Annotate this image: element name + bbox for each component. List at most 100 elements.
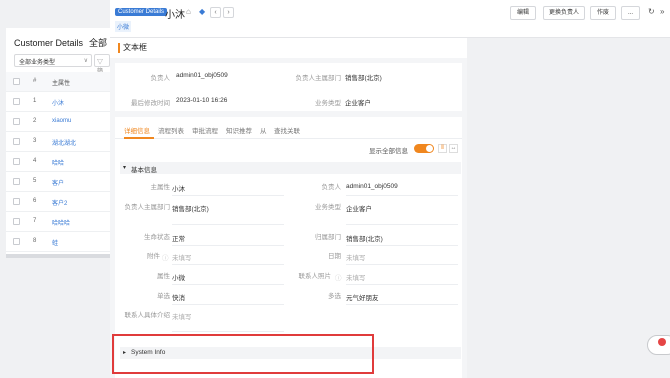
highlight-box: [112, 334, 374, 374]
tab-lookup[interactable]: 查找关联: [274, 125, 300, 135]
field-label: 归属部门: [315, 234, 341, 241]
field-label: 日期: [328, 253, 341, 260]
field-underline: [172, 284, 284, 285]
row-num: 1: [33, 98, 37, 104]
tab-detail-objects[interactable]: 从: [260, 125, 267, 135]
refresh-icon[interactable]: ↻: [648, 7, 655, 16]
field-underline: [346, 195, 458, 196]
row-checkbox[interactable]: [13, 138, 20, 145]
field-value: 企业客户: [346, 206, 372, 213]
row-num: 6: [33, 198, 37, 204]
row-checkbox[interactable]: [13, 218, 20, 225]
table-row[interactable]: 4 哈哈: [6, 152, 110, 172]
field-label: 联系人具体介绍: [124, 312, 171, 319]
object-type-badge: Customer Details: [115, 8, 168, 16]
row-name-link[interactable]: xiaomu: [52, 118, 71, 124]
row-checkbox[interactable]: [13, 158, 20, 165]
void-button[interactable]: 作废: [590, 6, 616, 20]
table-row[interactable]: 6 客户2: [6, 192, 110, 212]
row-name-link[interactable]: 哈哈哈: [52, 218, 70, 227]
row-name-link[interactable]: 小沐: [52, 98, 64, 107]
field-label: 单选: [157, 293, 170, 300]
basic-info-group-header[interactable]: ▾ 基本信息: [120, 162, 461, 174]
collapse-expand-icon[interactable]: ↔: [449, 144, 458, 153]
table-row[interactable]: 1 小沐: [6, 92, 110, 112]
col-name-header: 主属性: [52, 81, 71, 87]
field-value: 未填写: [172, 314, 192, 321]
row-checkbox[interactable]: [13, 178, 20, 185]
row-num: 2: [33, 118, 37, 124]
col-num-header: #: [33, 78, 37, 84]
table-row[interactable]: 8蛙: [6, 232, 110, 252]
field-underline: [346, 245, 458, 246]
row-checkbox[interactable]: [13, 238, 20, 245]
field-underline: [346, 224, 458, 225]
row-checkbox[interactable]: [13, 118, 20, 125]
biztype-value: 企业客户: [345, 100, 371, 107]
owner-label: 负责人: [150, 75, 171, 82]
tab-approval[interactable]: 审批流程: [192, 125, 218, 135]
select-all-checkbox[interactable]: [13, 78, 20, 85]
table-row[interactable]: 2 xiaomu: [6, 112, 110, 132]
help-icon: ⓘ: [335, 275, 342, 282]
tab-divider: [115, 138, 462, 139]
tag-icon[interactable]: ◆: [199, 7, 205, 16]
row-checkbox[interactable]: [13, 198, 20, 205]
table-row[interactable]: 3 湖北湖北: [6, 132, 110, 152]
record-title: 小沐: [165, 10, 185, 21]
customer-list: Customer Details 全部 全部业务类型 ∨ ▽筛 # 主属性 1 小沐 2…: [6, 28, 110, 258]
next-record-button[interactable]: ›: [223, 7, 234, 18]
tab-process-list[interactable]: 流程列表: [158, 125, 184, 135]
table-header-row: # 主属性: [6, 72, 110, 92]
column-layout-icon[interactable]: ⫴: [438, 144, 447, 153]
field-value: 小沐: [172, 186, 185, 193]
row-name-link[interactable]: 客户: [52, 178, 64, 187]
tab-details[interactable]: 详细信息: [124, 125, 150, 135]
row-name-link[interactable]: 客户2: [52, 198, 67, 207]
row-name-link[interactable]: 哈哈: [52, 158, 64, 167]
more-button[interactable]: ...: [621, 6, 640, 20]
row-checkbox[interactable]: [13, 98, 20, 105]
detail-panel: 文本框 负责人 admin01_obj0509 负责人主属部门 销售部(北京) …: [110, 38, 467, 378]
show-all-label: 显示全部信息: [369, 148, 408, 155]
record-sub-label: 小微: [115, 21, 132, 32]
lock-icon[interactable]: ⌂: [186, 7, 191, 16]
tab-knowledge[interactable]: 知识推荐: [226, 125, 252, 135]
modified-label: 最后修改时间: [131, 100, 170, 107]
list-title-text: Customer Details: [14, 38, 84, 48]
section-title: 文本框: [123, 43, 147, 52]
field-value: 未填写: [346, 275, 366, 282]
field-label: 生命状态: [144, 234, 170, 241]
row-name-link[interactable]: 湖北湖北: [52, 138, 76, 147]
floating-chat-button[interactable]: [647, 335, 670, 355]
field-label: 联系人照片: [298, 273, 332, 280]
section-accent-bar: [118, 43, 120, 53]
prev-record-button[interactable]: ‹: [210, 7, 221, 18]
row-num: 7: [33, 218, 37, 224]
change-owner-button[interactable]: 更换负责人: [543, 6, 585, 20]
edit-button[interactable]: 编辑: [510, 6, 536, 20]
row-name-link[interactable]: 蛙: [52, 238, 58, 247]
field-label: 业务类型: [315, 204, 341, 211]
list-title: Customer Details 全部: [14, 36, 107, 49]
summary-card: 负责人 admin01_obj0509 负责人主属部门 销售部(北京) 最后修改…: [115, 63, 462, 111]
biztype-filter[interactable]: 全部业务类型 ∨: [14, 54, 92, 67]
field-underline: [346, 304, 458, 305]
section-header: 文本框: [110, 38, 467, 58]
horizontal-scrollbar[interactable]: [6, 254, 110, 258]
field-value: 快消: [172, 295, 185, 302]
field-underline: [346, 264, 458, 265]
field-underline: [172, 264, 284, 265]
filter-icon: ▽: [97, 60, 104, 66]
table-row[interactable]: 5 客户: [6, 172, 110, 192]
field-label: 主属性: [150, 184, 171, 191]
filter-button[interactable]: ▽筛: [94, 54, 110, 75]
field-value: 销售部(北京): [346, 236, 383, 243]
row-num: 8: [33, 238, 37, 244]
collapse-icon[interactable]: »: [660, 7, 664, 16]
show-all-toggle[interactable]: [414, 144, 434, 153]
scope-select[interactable]: 全部: [89, 38, 107, 48]
row-num: 5: [33, 178, 37, 184]
field-underline: [346, 284, 458, 285]
table-row[interactable]: 7 哈哈哈: [6, 212, 110, 232]
